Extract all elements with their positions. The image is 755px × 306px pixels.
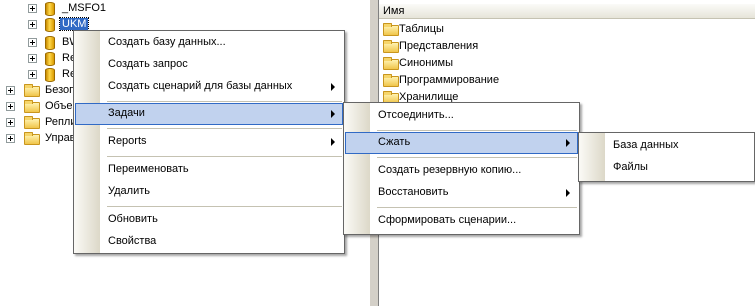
menu-separator	[377, 130, 577, 131]
menu-item-shrink[interactable]: Сжать	[345, 132, 578, 154]
folder-icon	[24, 84, 40, 97]
menu-item-create-query[interactable]: Создать запрос	[75, 54, 343, 76]
list-item-label: Таблицы	[399, 23, 444, 35]
menu-item-script-database[interactable]: Создать сценарий для базы данных	[75, 76, 343, 98]
expand-icon[interactable]	[6, 86, 15, 95]
menu-separator	[377, 157, 577, 158]
menu-item-properties[interactable]: Свойства	[75, 231, 343, 253]
database-icon	[45, 2, 55, 16]
database-icon	[45, 68, 55, 82]
expand-icon[interactable]	[6, 118, 15, 127]
folder-icon	[383, 40, 399, 53]
menu-item-restore[interactable]: Восстановить	[345, 182, 578, 204]
menu-separator	[377, 207, 577, 208]
list-item-label: Представления	[399, 40, 479, 52]
tree-node-label: Управ	[45, 132, 76, 144]
list-item-label: Программирование	[399, 74, 500, 86]
tree-node-label: UKM	[58, 17, 90, 31]
menu-item-tasks[interactable]: Задачи	[75, 103, 343, 125]
menu-item-reports[interactable]: Reports	[75, 131, 343, 153]
folder-icon	[383, 23, 399, 36]
menu-item-delete[interactable]: Удалить	[75, 181, 343, 203]
expand-icon[interactable]	[28, 54, 37, 63]
menu-item-shrink-database[interactable]: База данных	[580, 135, 753, 157]
submenu-arrow-icon	[566, 139, 570, 147]
column-header-label: Имя	[383, 5, 405, 17]
expand-icon[interactable]	[28, 20, 37, 29]
menu-item-refresh[interactable]: Обновить	[75, 209, 343, 231]
database-icon	[45, 36, 55, 50]
tree-node-label: Безоп	[45, 84, 76, 96]
expand-icon[interactable]	[6, 134, 15, 143]
database-context-menu: Создать базу данных... Создать запрос Со…	[73, 30, 345, 254]
database-icon	[45, 18, 55, 32]
menu-separator	[107, 156, 342, 157]
folder-icon	[383, 57, 399, 70]
tree-node-label: _MSFO1	[62, 2, 107, 14]
database-icon	[45, 52, 55, 66]
column-header-name[interactable]: Имя	[379, 3, 755, 19]
folder-icon	[383, 74, 399, 87]
menu-item-rename[interactable]: Переименовать	[75, 159, 343, 181]
expand-icon[interactable]	[28, 4, 37, 13]
expand-icon[interactable]	[6, 102, 15, 111]
menu-item-generate-scripts[interactable]: Сформировать сценарии...	[345, 210, 578, 232]
submenu-arrow-icon	[566, 189, 570, 197]
tasks-submenu: Отсоединить... Сжать Создать резервную к…	[343, 102, 580, 235]
folder-icon	[24, 116, 40, 129]
submenu-arrow-icon	[331, 83, 335, 91]
shrink-submenu: База данных Файлы	[578, 132, 755, 182]
expand-icon[interactable]	[28, 70, 37, 79]
folder-icon	[24, 100, 40, 113]
tree-node-label: Репли	[45, 116, 77, 128]
menu-separator	[107, 101, 342, 102]
submenu-arrow-icon	[331, 110, 335, 118]
expand-icon[interactable]	[28, 38, 37, 47]
menu-item-backup[interactable]: Создать резервную копию...	[345, 160, 578, 182]
submenu-arrow-icon	[331, 138, 335, 146]
menu-item-detach[interactable]: Отсоединить...	[345, 105, 578, 127]
folder-icon	[24, 132, 40, 145]
list-item-label: Синонимы	[399, 57, 453, 69]
menu-item-create-database[interactable]: Создать базу данных...	[75, 32, 343, 54]
menu-separator	[107, 206, 342, 207]
menu-item-shrink-files[interactable]: Файлы	[580, 157, 753, 179]
menu-separator	[107, 128, 342, 129]
